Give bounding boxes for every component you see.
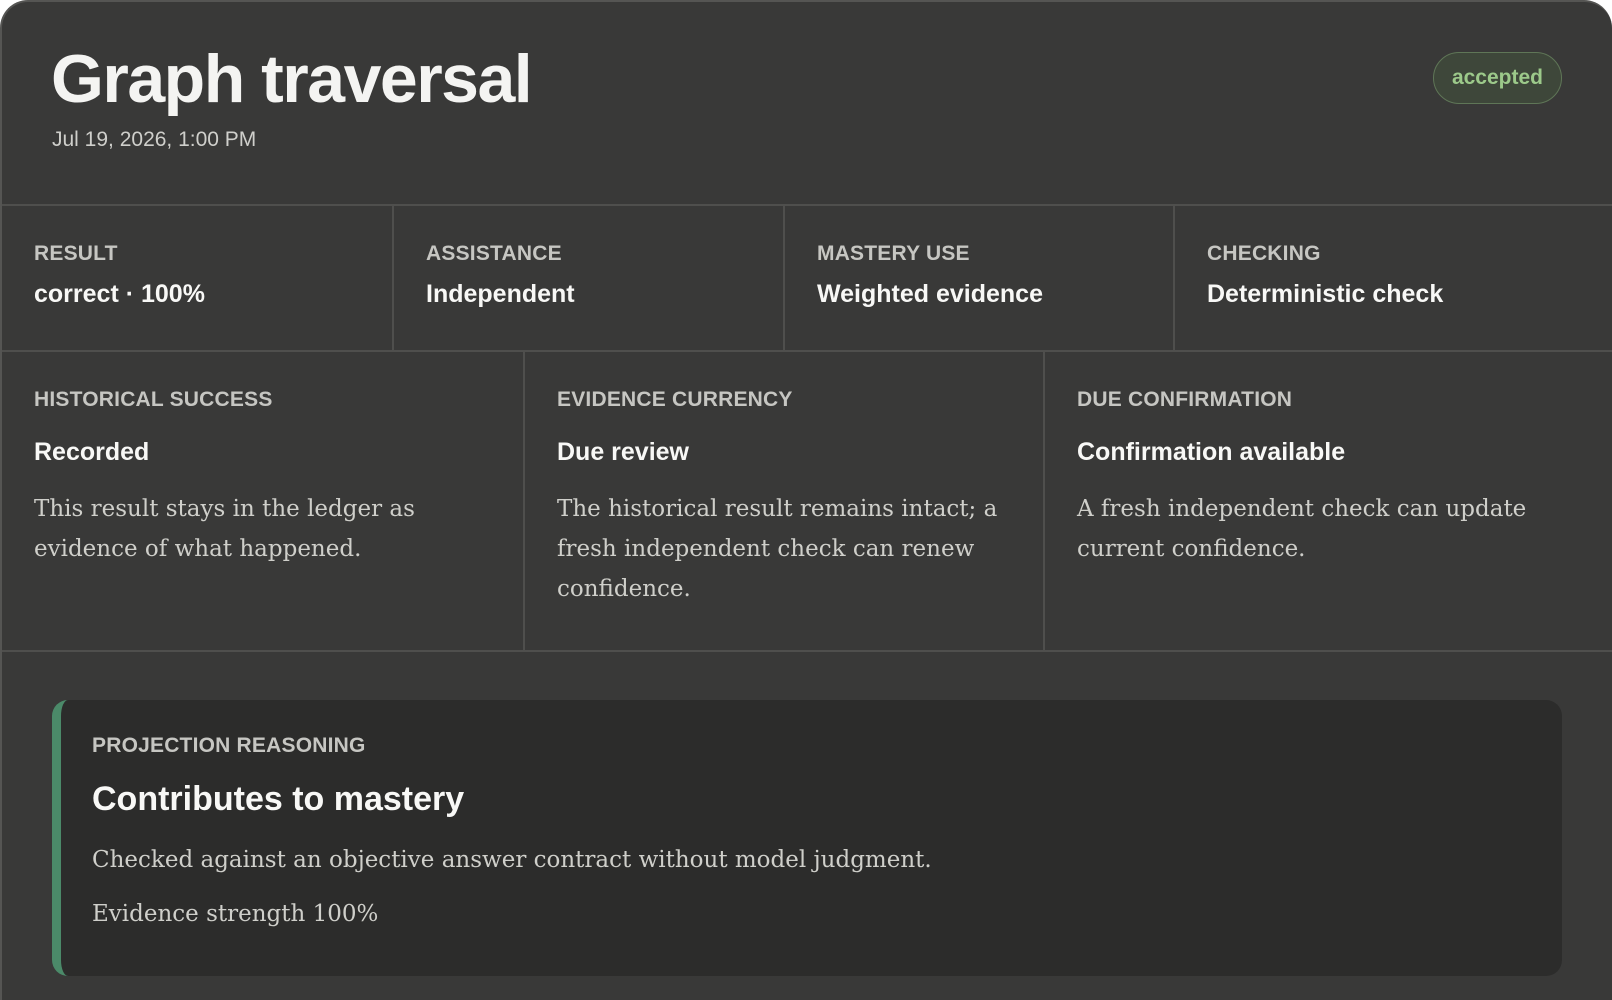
- detail-evidence-currency: EVIDENCE CURRENCY Due review The histori…: [525, 352, 1045, 650]
- panel-heading: Contributes to mastery: [92, 780, 465, 818]
- summary-value: correct · 100%: [34, 280, 205, 308]
- timestamp: Jul 19, 2026, 1:00 PM: [52, 128, 257, 151]
- summary-label: ASSISTANCE: [426, 242, 562, 265]
- summary-value: Deterministic check: [1207, 280, 1444, 308]
- record-card: Graph traversal Jul 19, 2026, 1:00 PM ac…: [0, 0, 1612, 1000]
- summary-checking: CHECKING Deterministic check: [1175, 206, 1612, 350]
- detail-description: A fresh independent check can update cur…: [1077, 496, 1527, 562]
- detail-heading: Due review: [557, 438, 690, 466]
- detail-heading: Confirmation available: [1077, 438, 1346, 466]
- evidence-strength: Evidence strength 100%: [92, 901, 379, 927]
- detail-label: DUE CONFIRMATION: [1077, 388, 1293, 411]
- summary-result: RESULT correct · 100%: [2, 206, 394, 350]
- summary-value: Independent: [426, 280, 575, 308]
- summary-assistance: ASSISTANCE Independent: [394, 206, 785, 350]
- detail-heading: Recorded: [34, 438, 150, 466]
- detail-description: The historical result remains intact; a …: [557, 496, 998, 602]
- projection-reasoning-panel: PROJECTION REASONING Contributes to mast…: [52, 700, 1562, 976]
- summary-label: MASTERY USE: [817, 242, 970, 265]
- details-row: HISTORICAL SUCCESS Recorded This result …: [2, 352, 1612, 652]
- summary-label: CHECKING: [1207, 242, 1321, 265]
- detail-description: This result stays in the ledger as evide…: [34, 496, 415, 562]
- summary-label: RESULT: [34, 242, 118, 265]
- detail-due-confirmation: DUE CONFIRMATION Confirmation available …: [1045, 352, 1612, 650]
- detail-historical-success: HISTORICAL SUCCESS Recorded This result …: [2, 352, 525, 650]
- summary-mastery-use: MASTERY USE Weighted evidence: [785, 206, 1175, 350]
- summary-row: RESULT correct · 100% ASSISTANCE Indepen…: [2, 206, 1612, 352]
- panel-description: Checked against an objective answer cont…: [92, 847, 932, 873]
- detail-label: HISTORICAL SUCCESS: [34, 388, 273, 411]
- detail-label: EVIDENCE CURRENCY: [557, 388, 793, 411]
- summary-value: Weighted evidence: [817, 280, 1043, 308]
- page-title: Graph traversal: [51, 41, 533, 117]
- status-badge: accepted: [1432, 52, 1562, 104]
- panel-label: PROJECTION REASONING: [92, 734, 366, 757]
- record-header: Graph traversal Jul 19, 2026, 1:00 PM ac…: [2, 2, 1612, 206]
